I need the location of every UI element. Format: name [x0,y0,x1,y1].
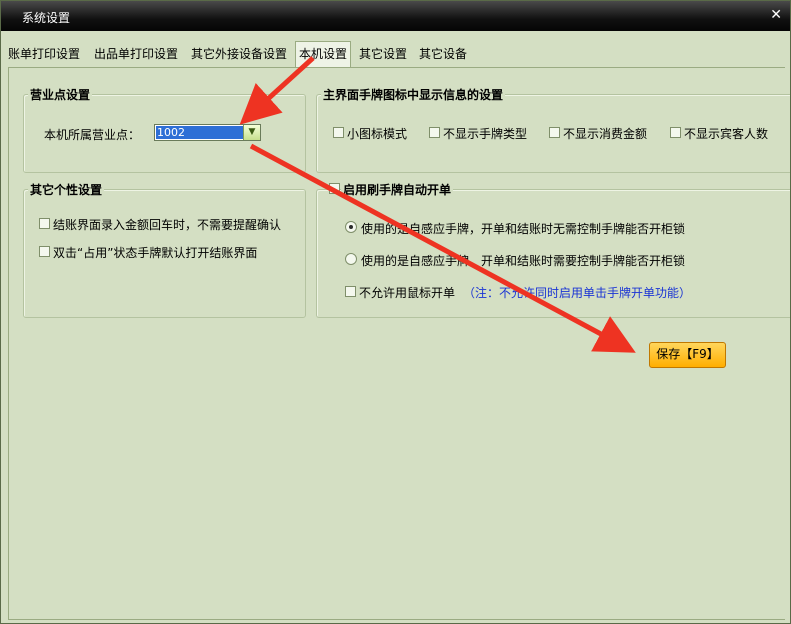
double-click-checkout-checkbox[interactable] [39,246,50,257]
auto-open-group: 启用刷手牌自动开单 使用的是自感应手牌，开单和结账时无需控制手牌能否开柜锁 使用… [316,181,790,318]
no-mouse-open-checkbox[interactable] [345,286,356,297]
chevron-down-icon[interactable]: ▼ [243,125,260,140]
local-settings-panel: 营业点设置 本机所属营业点： 1002 ▼ 主界面手牌图标中显示信息的设置 小图… [8,67,790,620]
tab-other-settings[interactable]: 其它设置 [356,43,410,66]
save-button[interactable]: 保存【F9】 [649,342,726,368]
double-click-checkout-label: 双击“占用”状态手牌默认打开结账界面 [53,246,258,260]
require-control-label: 使用的是自感应手牌，开单和结账时需要控制手牌能否开柜锁 [361,254,686,268]
main-info-group: 主界面手牌图标中显示信息的设置 小图标模式 不显示手牌类型 不显示消费金额 不显… [316,86,790,173]
small-icon-mode-label: 小图标模式 [347,127,408,141]
hide-amount-label: 不显示消费金额 [563,127,648,141]
window-title: 系统设置 [22,11,71,25]
business-point-select[interactable]: 1002 ▼ [154,124,261,141]
tab-external-devices[interactable]: 其它外接设备设置 [188,43,290,66]
no-confirm-enter-label: 结账界面录入金额回车时，不需要提醒确认 [53,218,282,232]
tab-other-devices[interactable]: 其它设备 [416,43,470,66]
hide-guest-count-checkbox[interactable] [670,127,681,138]
business-point-label: 本机所属营业点： [44,128,141,142]
mouse-open-note: （注：不允许同时启用单击手牌开单功能） [463,286,692,300]
close-icon[interactable]: ✕ [770,7,782,23]
hide-card-type-checkbox[interactable] [429,127,440,138]
tab-kitchen-print[interactable]: 出品单打印设置 [91,43,181,66]
settings-window: 系统设置 ✕ 账单打印设置 出品单打印设置 其它外接设备设置 本机设置 其它设置… [0,0,791,624]
personal-settings-group: 其它个性设置 结账界面录入金额回车时，不需要提醒确认 双击“占用”状态手牌默认打… [23,181,306,318]
no-control-radio[interactable] [345,221,357,233]
no-mouse-open-label: 不允许用鼠标开单 [359,286,456,300]
personal-settings-title: 其它个性设置 [28,181,105,198]
auto-open-title: 启用刷手牌自动开单 [341,181,454,198]
business-point-title: 营业点设置 [28,86,93,103]
hide-guest-count-label: 不显示宾客人数 [684,127,769,141]
require-control-radio[interactable] [345,253,357,265]
hide-amount-checkbox[interactable] [549,127,560,138]
main-info-title: 主界面手牌图标中显示信息的设置 [321,86,506,103]
title-bar[interactable]: 系统设置 ✕ [1,1,790,31]
tab-bill-print[interactable]: 账单打印设置 [5,43,83,66]
hide-card-type-label: 不显示手牌类型 [443,127,528,141]
tab-local-settings[interactable]: 本机设置 [295,41,352,68]
business-point-value: 1002 [156,126,244,139]
no-confirm-enter-checkbox[interactable] [39,218,50,229]
small-icon-mode-checkbox[interactable] [333,127,344,138]
no-control-label: 使用的是自感应手牌，开单和结账时无需控制手牌能否开柜锁 [361,222,686,236]
auto-open-checkbox[interactable] [329,183,340,194]
business-point-group: 营业点设置 本机所属营业点： 1002 ▼ [23,86,306,173]
